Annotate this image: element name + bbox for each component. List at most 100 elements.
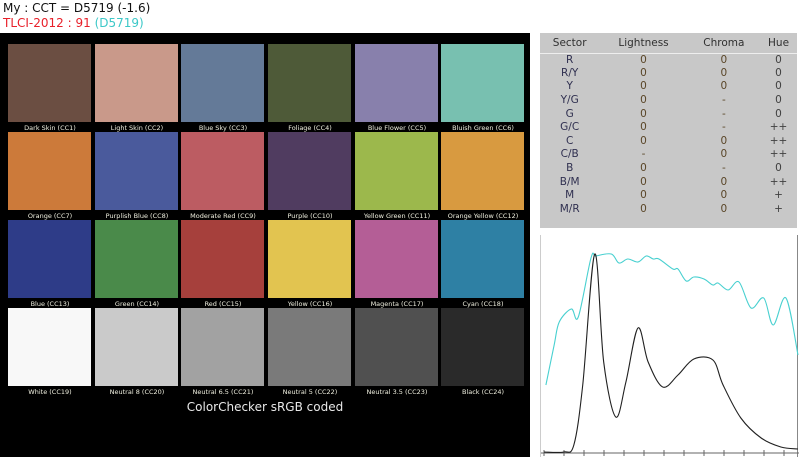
table-cell: 0 [599, 80, 687, 94]
table-cell: 0 [688, 67, 760, 81]
color-patch [95, 44, 178, 122]
patch-label: Bluish Green (CC6) [438, 124, 528, 132]
table-cell: - [688, 107, 760, 121]
color-patch [8, 132, 91, 210]
color-patch [181, 44, 264, 122]
table-cell: 0 [688, 148, 760, 162]
table-cell: 0 [599, 67, 687, 81]
table-cell: 0 [760, 53, 797, 67]
table-cell: 0 [760, 80, 797, 94]
table-cell: 0 [760, 94, 797, 108]
patch-label: Green (CC14) [92, 300, 182, 308]
table-cell: + [760, 189, 797, 203]
color-patch [95, 308, 178, 386]
table-cell: Y/G [540, 94, 599, 108]
table-cell: B/M [540, 175, 599, 189]
color-patch [268, 308, 351, 386]
patch-label: Neutral 5 (CC22) [265, 388, 355, 396]
table-cell: 0 [688, 53, 760, 67]
table-cell: 0 [599, 203, 687, 217]
table-cell: - [599, 148, 687, 162]
table-cell: M [540, 189, 599, 203]
color-patch [355, 132, 438, 210]
color-patch [181, 220, 264, 298]
table-cell: 0 [760, 162, 797, 176]
color-patch [95, 132, 178, 210]
table-row: B/M00++ [540, 175, 797, 189]
table-cell: 0 [760, 107, 797, 121]
table-cell: R [540, 53, 599, 67]
cct-readout: My : CCT = D5719 (-1.6) [3, 1, 797, 16]
column-header: Lightness [599, 33, 687, 53]
table-cell: C [540, 135, 599, 149]
table-cell: 0 [688, 203, 760, 217]
patch-label: White (CC19) [5, 388, 95, 396]
table-cell: 0 [599, 135, 687, 149]
table-row: G/C0-++ [540, 121, 797, 135]
table-cell: 0 [599, 175, 687, 189]
table-cell: Y [540, 80, 599, 94]
table-cell: B [540, 162, 599, 176]
sector-table: SectorLightnessChromaHue R000R/Y000Y000Y… [540, 33, 797, 228]
patch-label: Dark Skin (CC1) [5, 124, 95, 132]
color-patch [441, 44, 524, 122]
table-cell: ++ [760, 121, 797, 135]
patch-label: Red (CC15) [178, 300, 268, 308]
table-cell: 0 [599, 162, 687, 176]
checker-title: ColorChecker sRGB coded [0, 400, 530, 414]
table-cell: 0 [599, 53, 687, 67]
color-patch [8, 308, 91, 386]
table-cell: 0 [599, 107, 687, 121]
table-row: Y/G0-0 [540, 94, 797, 108]
table-cell: 0 [599, 94, 687, 108]
table-cell: - [688, 94, 760, 108]
color-patch [95, 220, 178, 298]
table-row: B0-0 [540, 162, 797, 176]
column-header: Hue [760, 33, 797, 53]
color-patch [268, 220, 351, 298]
patch-label: Purple (CC10) [265, 212, 355, 220]
table-cell: 0 [688, 80, 760, 94]
series-reference [546, 253, 798, 385]
color-patch [8, 220, 91, 298]
tlci-readout: TLCI-2012 : 91 (D5719) [3, 16, 797, 31]
table-cell: G [540, 107, 599, 121]
table-row: R/Y000 [540, 67, 797, 81]
table-cell: 0 [599, 121, 687, 135]
patch-label: Magenta (CC17) [352, 300, 442, 308]
table-cell: ++ [760, 148, 797, 162]
color-patch [441, 132, 524, 210]
color-patch [355, 308, 438, 386]
table-cell: ++ [760, 175, 797, 189]
table-row: M/R00+ [540, 203, 797, 217]
table-cell: G/C [540, 121, 599, 135]
table-cell: + [760, 203, 797, 217]
patch-label: Blue Sky (CC3) [178, 124, 268, 132]
color-patch [181, 132, 264, 210]
patch-label: Yellow (CC16) [265, 300, 355, 308]
patch-label: Light Skin (CC2) [92, 124, 182, 132]
table-row: Y000 [540, 80, 797, 94]
table-row: M00+ [540, 189, 797, 203]
color-patch [441, 308, 524, 386]
patch-label: Neutral 6.5 (CC21) [178, 388, 268, 396]
color-patch [355, 44, 438, 122]
table-cell: ++ [760, 135, 797, 149]
patch-label: Blue Flower (CC5) [352, 124, 442, 132]
header: My : CCT = D5719 (-1.6) TLCI-2012 : 91 (… [0, 0, 800, 33]
table-cell: C/B [540, 148, 599, 162]
color-checker: ColorChecker sRGB coded Dark Skin (CC1)L… [0, 33, 530, 457]
patch-label: Neutral 3.5 (CC23) [352, 388, 442, 396]
color-patch [441, 220, 524, 298]
series-measured [544, 254, 798, 453]
patch-label: Cyan (CC18) [438, 300, 528, 308]
table-cell: 0 [688, 135, 760, 149]
table-cell: - [688, 162, 760, 176]
patch-label: Orange (CC7) [5, 212, 95, 220]
color-patch [8, 44, 91, 122]
table-cell: 0 [688, 175, 760, 189]
patch-label: Blue (CC13) [5, 300, 95, 308]
table-row: C00++ [540, 135, 797, 149]
spectrum-chart [540, 235, 798, 457]
patch-label: Neutral 8 (CC20) [92, 388, 182, 396]
